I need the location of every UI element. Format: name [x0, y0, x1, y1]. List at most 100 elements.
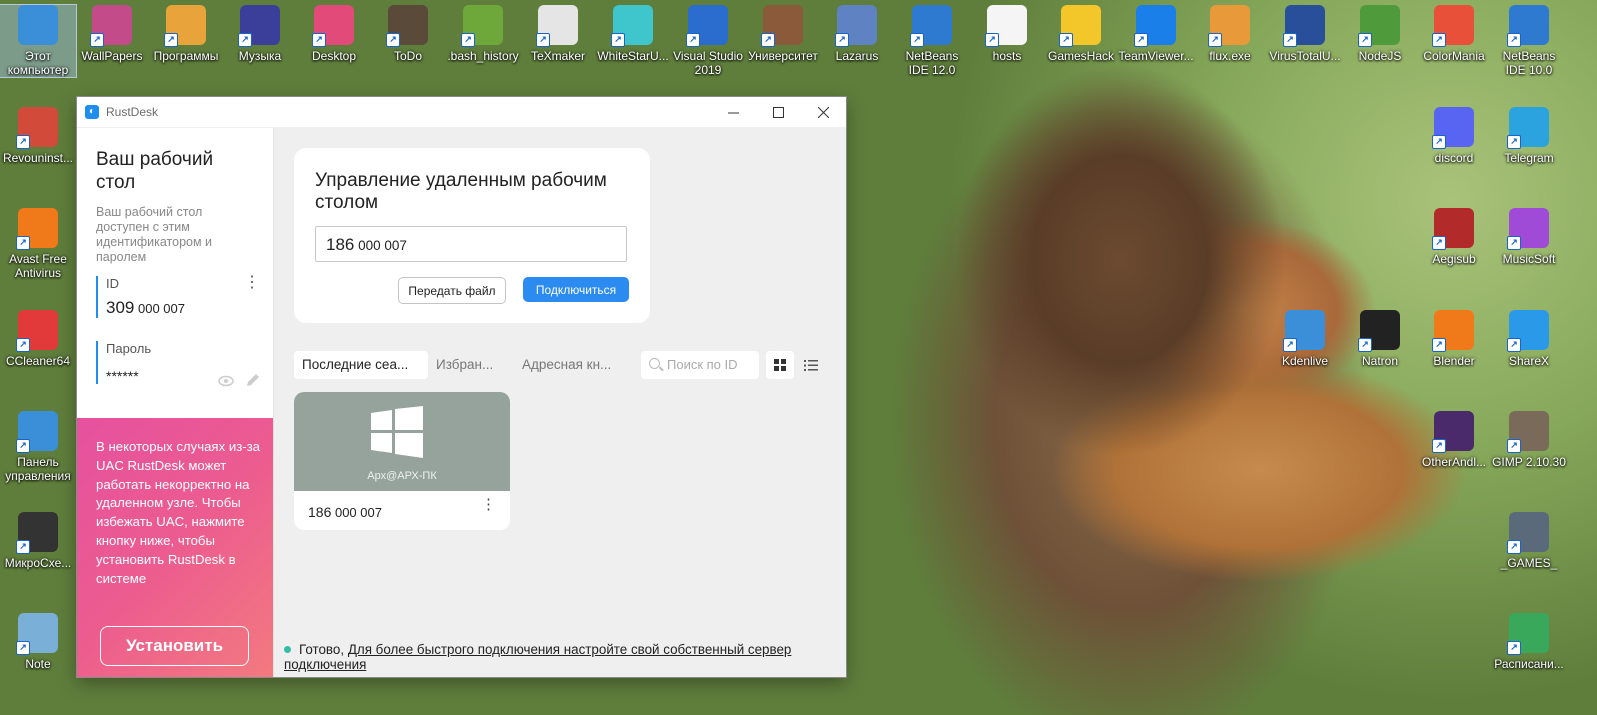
desktop-icon[interactable]: ↗ Avast Free Antivirus: [0, 208, 76, 280]
minimize-button[interactable]: [711, 97, 756, 127]
desktop-icon[interactable]: ↗ NodeJS: [1342, 5, 1418, 63]
desktop-icon-label: Avast Free Antivirus: [9, 252, 67, 280]
remote-id-input[interactable]: 186 000 007: [315, 226, 627, 262]
desktop-icon[interactable]: ↗ Visual Studio 2019: [670, 5, 746, 77]
desktop-icon[interactable]: ↗ GIMP 2.10.30: [1491, 411, 1567, 469]
desktop-icon[interactable]: ↗ discord: [1416, 107, 1492, 165]
desktop-icon[interactable]: ↗ TeXmaker: [520, 5, 596, 63]
setup-server-link[interactable]: Для более быстрого подключения настройте…: [284, 642, 791, 672]
desktop-icon[interactable]: ↗ Панель управления: [0, 411, 76, 483]
note-icon: ↗: [16, 613, 58, 655]
desktop-icon[interactable]: ↗ hosts: [969, 5, 1045, 63]
desktop-icon[interactable]: ↗ Программы: [148, 5, 224, 63]
leopard-icon: ↗: [835, 5, 877, 47]
eye-icon[interactable]: [218, 374, 234, 392]
desktop-icon[interactable]: ↗ Lazarus: [819, 5, 895, 63]
aegisub-icon: ↗: [1432, 208, 1474, 250]
id-field: ID 309 000 007 ⋮: [96, 275, 274, 318]
avast-icon: ↗: [16, 208, 58, 250]
netbeans-icon: ↗: [910, 5, 952, 47]
desktop-icon[interactable]: ↗ ShareX: [1491, 310, 1567, 368]
shortcut-arrow-icon: ↗: [164, 33, 178, 47]
peer-thumbnail[interactable]: Арх@АРХ-ПК: [294, 392, 510, 491]
desktop-icon-label: Музыка: [238, 49, 282, 63]
desktop-icon[interactable]: ↗ VirusTotalU...: [1267, 5, 1343, 63]
transfer-file-button[interactable]: Передать файл: [398, 277, 506, 304]
desktop-icon[interactable]: ↗ .bash_history: [445, 5, 521, 63]
peer-card[interactable]: Арх@АРХ-ПК 186 000 007 ⋮: [294, 392, 510, 530]
desktop-icon-label: ColorMania: [1423, 49, 1485, 63]
tab-recent-sessions[interactable]: Последние сеа...: [294, 351, 428, 379]
id-menu-icon[interactable]: ⋮: [244, 275, 260, 291]
shortcut-arrow-icon: ↗: [90, 33, 104, 47]
desktop-icon[interactable]: ↗ Blender: [1416, 310, 1492, 368]
desktop-icon[interactable]: Этот компьютер: [0, 4, 77, 78]
id-value[interactable]: 309 000 007: [106, 298, 274, 318]
desktop-icon[interactable]: ↗ Расписани...: [1491, 613, 1567, 671]
search-id-input[interactable]: Поиск по ID: [641, 351, 759, 379]
peer-menu-icon[interactable]: ⋮: [481, 497, 496, 512]
shortcut-arrow-icon: ↗: [1432, 236, 1446, 250]
desktop-icon[interactable]: ↗ Aegisub: [1416, 208, 1492, 266]
desktop-icon[interactable]: ↗ ToDo: [370, 5, 446, 63]
desktop-icon[interactable]: ↗ Telegram: [1491, 107, 1567, 165]
desktop-icon-label: NetBeans IDE 12.0: [905, 49, 959, 77]
desktop-icon-label: ToDo: [393, 49, 422, 63]
pixel-icon: ↗: [1432, 411, 1474, 453]
maximize-button[interactable]: [756, 97, 801, 127]
desktop-icon-label: Этот компьютер: [7, 49, 69, 77]
shortcut-arrow-icon: ↗: [1507, 135, 1521, 149]
shortcut-arrow-icon: ↗: [1134, 33, 1148, 47]
desktop-icon[interactable]: ↗ Natron: [1342, 310, 1418, 368]
desktop-icon[interactable]: ↗ ColorMania: [1416, 5, 1492, 63]
desktop-icon[interactable]: ↗ OtherAndl...: [1416, 411, 1492, 469]
desktop-icon[interactable]: ↗ NetBeans IDE 12.0: [894, 5, 970, 77]
desktop-icon[interactable]: ↗ GamesHack: [1043, 5, 1119, 63]
shortcut-arrow-icon: ↗: [985, 33, 999, 47]
images-icon: ↗: [90, 5, 132, 47]
desktop-icon-label: МикроСхе...: [4, 556, 72, 570]
desktop-icon[interactable]: ↗ WallPapers: [74, 5, 150, 63]
shortcut-arrow-icon: ↗: [910, 33, 924, 47]
flux-icon: ↗: [1208, 5, 1250, 47]
password-label: Пароль: [106, 341, 152, 356]
desktop-icon-label: GIMP 2.10.30: [1492, 455, 1566, 469]
desktop-icon[interactable]: ↗ МикроСхе...: [0, 512, 76, 570]
shortcut-arrow-icon: ↗: [1432, 135, 1446, 149]
desktop-icon[interactable]: ↗ MusicSoft: [1491, 208, 1567, 266]
desktop-icon[interactable]: ↗ Университет: [745, 5, 821, 63]
desktop-icon-label: Программы: [153, 49, 219, 63]
desktop-icon-label: flux.exe: [1209, 49, 1251, 63]
edit-pencil-icon[interactable]: [245, 372, 261, 393]
grid-view-button[interactable]: [766, 351, 794, 379]
tab-address-book[interactable]: Адресная кн...: [514, 351, 640, 379]
desktop-icon-label: WallPapers: [81, 49, 143, 63]
sharex-icon: ↗: [1507, 310, 1549, 352]
desktop-icon-label: WhiteStarU...: [597, 49, 669, 63]
desktop-icon[interactable]: ↗ CCleaner64: [0, 310, 76, 368]
shortcut-arrow-icon: ↗: [1507, 641, 1521, 655]
desktop-icon[interactable]: ↗ Desktop: [296, 5, 372, 63]
connect-button[interactable]: Подключиться: [523, 277, 629, 302]
shortcut-arrow-icon: ↗: [1432, 439, 1446, 453]
title-bar[interactable]: ◐ RustDesk: [77, 97, 846, 128]
desktop-icon[interactable]: ↗ NetBeans IDE 10.0: [1491, 5, 1567, 77]
shortcut-arrow-icon: ↗: [1507, 236, 1521, 250]
desktop-icon[interactable]: ↗ Музыка: [222, 5, 298, 63]
desktop-icon[interactable]: ↗ _GAMES_: [1491, 512, 1567, 570]
desktop-icon[interactable]: ↗ Revouninst...: [0, 107, 76, 165]
install-button[interactable]: Установить: [100, 626, 249, 666]
desktop-icon[interactable]: ↗ TeamViewer...: [1118, 5, 1194, 63]
shortcut-arrow-icon: ↗: [1358, 338, 1372, 352]
shortcut-arrow-icon: ↗: [835, 33, 849, 47]
list-view-button[interactable]: [797, 351, 825, 379]
desktop-icon-label: Telegram: [1504, 151, 1554, 165]
close-button[interactable]: [801, 97, 846, 127]
desktop-icon[interactable]: ↗ Kdenlive: [1267, 310, 1343, 368]
desktop-icon[interactable]: ↗ WhiteStarU...: [595, 5, 671, 63]
close-icon: [818, 106, 829, 118]
tab-favorites[interactable]: Избран...: [428, 351, 514, 379]
desktop-icon-label: Natron: [1361, 354, 1399, 368]
desktop-icon[interactable]: ↗ Note: [0, 613, 76, 671]
desktop-icon[interactable]: ↗ flux.exe: [1192, 5, 1268, 63]
